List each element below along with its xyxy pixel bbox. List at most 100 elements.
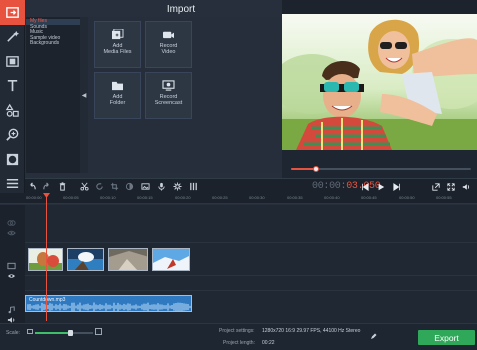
record-screencast-button[interactable]: Record Screencast bbox=[145, 72, 192, 119]
chevron-left-icon: ◀ bbox=[81, 92, 87, 99]
music-note-icon bbox=[8, 305, 15, 313]
menu-icon bbox=[6, 179, 19, 189]
image-icon bbox=[141, 183, 150, 190]
ruler-tick: 00:00:00 bbox=[26, 195, 42, 200]
collapse-panel-button[interactable]: ◀ bbox=[80, 17, 88, 173]
ruler-tick: 00:00:25 bbox=[212, 195, 228, 200]
redo-button[interactable] bbox=[41, 181, 52, 192]
equalizer-button[interactable] bbox=[188, 181, 199, 192]
play-icon bbox=[378, 183, 384, 190]
track-divider bbox=[25, 242, 477, 243]
settings-button[interactable] bbox=[172, 181, 183, 192]
equalizer-icon bbox=[190, 182, 197, 191]
clip-thumbnail bbox=[109, 249, 147, 270]
ruler-tick: 00:00:05 bbox=[63, 195, 79, 200]
video-clip[interactable] bbox=[108, 248, 148, 271]
delete-button[interactable] bbox=[57, 181, 68, 192]
preview-scrubber[interactable] bbox=[291, 166, 471, 172]
scissors-icon bbox=[80, 182, 89, 191]
project-length-label: Project length: bbox=[223, 340, 255, 346]
titles-tool-button[interactable] bbox=[0, 74, 25, 99]
video-clip[interactable] bbox=[152, 248, 190, 271]
ruler-tick: 00:00:50 bbox=[399, 195, 415, 200]
import-panel: Add Media Files Record Video Add Folder … bbox=[88, 17, 282, 173]
video-visibility-toggle[interactable] bbox=[4, 271, 18, 280]
volume-icon bbox=[462, 183, 469, 190]
edit-settings-button[interactable] bbox=[370, 327, 377, 345]
add-folder-label: Add Folder bbox=[109, 94, 126, 106]
tool-sidebar bbox=[0, 0, 25, 193]
detach-preview-button[interactable] bbox=[428, 180, 443, 193]
audio-track-icon bbox=[4, 305, 18, 314]
fullscreen-button[interactable] bbox=[443, 180, 458, 193]
video-preview bbox=[282, 14, 477, 150]
play-button[interactable] bbox=[373, 180, 388, 193]
video-clip[interactable] bbox=[67, 248, 104, 271]
ruler-tick: 00:00:35 bbox=[287, 195, 303, 200]
video-track-icon bbox=[6, 262, 16, 269]
zoom-icon bbox=[6, 128, 19, 141]
transitions-tool-button[interactable] bbox=[0, 49, 25, 74]
next-button[interactable] bbox=[389, 180, 404, 193]
record-audio-button[interactable] bbox=[156, 181, 167, 192]
overlay-visibility-toggle[interactable] bbox=[4, 228, 18, 237]
skip-back-icon bbox=[361, 182, 369, 191]
screencast-icon bbox=[162, 80, 175, 91]
scale-slider-handle[interactable] bbox=[67, 330, 73, 336]
add-folder-button[interactable]: Add Folder bbox=[94, 72, 141, 119]
ruler-tick: 00:00:55 bbox=[436, 195, 452, 200]
rotate-button[interactable] bbox=[94, 181, 105, 192]
track-divider bbox=[25, 275, 477, 276]
volume-button[interactable] bbox=[458, 180, 473, 193]
zoom-out-icon[interactable] bbox=[27, 329, 33, 334]
stickers-tool-button[interactable] bbox=[0, 98, 25, 123]
camera-icon bbox=[163, 31, 174, 39]
overlay-track-toggle[interactable] bbox=[4, 218, 18, 227]
preview-controls-area bbox=[282, 150, 477, 178]
pencil-icon bbox=[371, 333, 377, 339]
shapes-icon bbox=[5, 103, 19, 117]
ruler-tick: 00:00:15 bbox=[137, 195, 153, 200]
cut-button[interactable] bbox=[79, 181, 90, 192]
status-bar: Scale: Project settings: 1280x720 16:9 2… bbox=[0, 323, 477, 350]
zoom-in-icon[interactable] bbox=[95, 328, 102, 335]
crop-button[interactable] bbox=[109, 181, 120, 192]
clip-thumbnail bbox=[68, 249, 103, 270]
redo-icon bbox=[43, 182, 49, 190]
scale-slider[interactable] bbox=[35, 330, 93, 336]
ruler-tick: 00:00:45 bbox=[361, 195, 377, 200]
project-settings-value: 1280x720 16:9 29.97 FPS, 44100 Hz Stereo bbox=[262, 328, 361, 334]
crop-icon bbox=[110, 182, 119, 191]
preview-header bbox=[282, 0, 477, 14]
microphone-icon bbox=[158, 182, 165, 191]
effects-tool-button[interactable] bbox=[0, 25, 25, 50]
audio-clip[interactable]: Countdown.mp3 bbox=[25, 295, 192, 312]
ruler-tick: 00:00:10 bbox=[100, 195, 116, 200]
scale-label: Scale: bbox=[6, 330, 20, 336]
folder-icon bbox=[112, 81, 123, 91]
color-adjust-button[interactable] bbox=[124, 181, 135, 192]
audio-clip-label: Countdown.mp3 bbox=[29, 297, 66, 303]
timeline-ruler[interactable]: 00:00:00 00:00:05 00:00:10 00:00:15 00:0… bbox=[0, 193, 477, 204]
undo-button[interactable] bbox=[27, 181, 38, 192]
record-video-button[interactable]: Record Video bbox=[145, 21, 192, 68]
timeline-playhead[interactable] bbox=[46, 193, 47, 321]
trash-icon bbox=[59, 182, 66, 191]
ruler-tick: 00:00:20 bbox=[175, 195, 191, 200]
timeline-toolbar: 00:00:03.050 bbox=[25, 178, 477, 193]
filters-tool-button[interactable] bbox=[0, 147, 25, 172]
image-button[interactable] bbox=[140, 181, 151, 192]
undo-icon bbox=[30, 182, 36, 190]
export-button[interactable]: Export bbox=[418, 330, 475, 345]
timecode-prefix: 00:00: bbox=[312, 181, 347, 192]
external-window-icon bbox=[431, 182, 440, 191]
video-editor-window: My files Sounds Music Sample video Backg… bbox=[0, 0, 477, 350]
zoom-tool-button[interactable] bbox=[0, 123, 25, 148]
add-media-files-button[interactable]: Add Media Files bbox=[94, 21, 141, 68]
category-item-backgrounds[interactable]: Backgrounds bbox=[26, 40, 80, 47]
skip-forward-icon bbox=[392, 182, 400, 191]
record-screencast-label: Record Screencast bbox=[154, 94, 183, 106]
import-tool-button[interactable] bbox=[0, 0, 25, 25]
previous-button[interactable] bbox=[357, 180, 372, 193]
import-panel-title: Import bbox=[166, 4, 196, 15]
